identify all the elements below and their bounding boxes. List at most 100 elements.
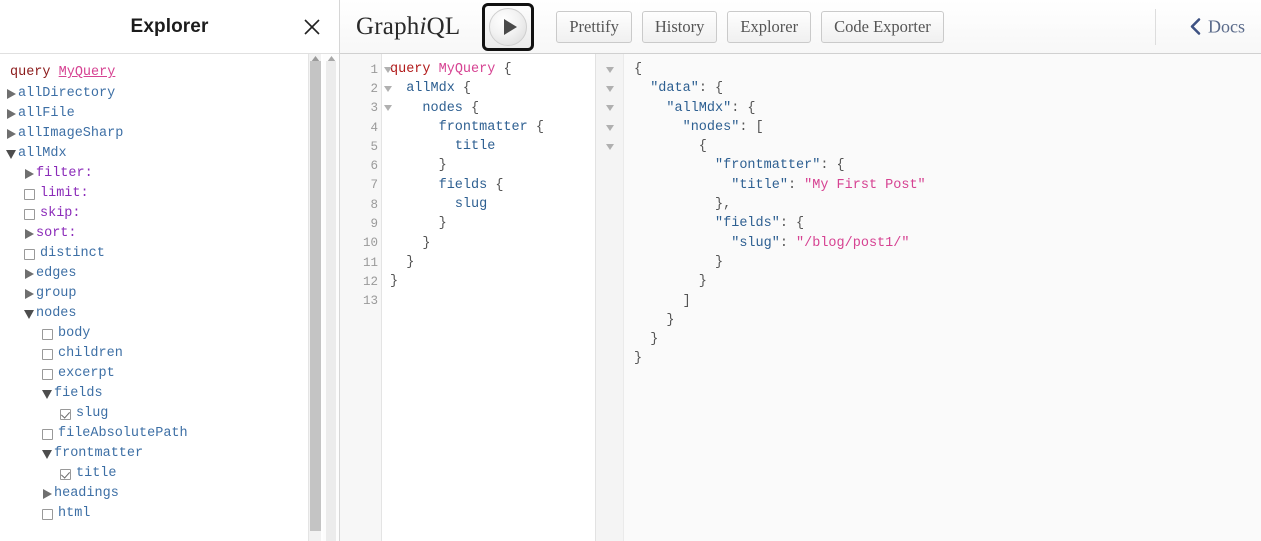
tree-node-allFile[interactable]: allFile — [0, 104, 339, 124]
tree-node-fileAbsolutePath[interactable]: fileAbsolutePath — [0, 424, 339, 444]
checkbox-unchecked[interactable] — [42, 428, 53, 440]
editor-gutter: 1 2 3 4 5 6 7 8 9 10 11 12 13 — [340, 54, 392, 541]
editor-panes: 1 2 3 4 5 6 7 8 9 10 11 12 13 query MyQuery { allMdx… — [340, 54, 1261, 541]
tree-node-label: excerpt — [58, 366, 115, 381]
checkbox-unchecked[interactable] — [24, 208, 35, 220]
tree-node-fields[interactable]: fields — [0, 384, 339, 404]
explorer-scrollbar-thumb[interactable] — [310, 61, 321, 531]
checkbox-unchecked[interactable] — [24, 248, 35, 260]
explorer-button[interactable]: Explorer — [727, 10, 812, 43]
code-exporter-button[interactable]: Code Exporter — [821, 10, 944, 43]
explorer-scrollbar[interactable] — [308, 54, 321, 541]
fold-toggle-icon[interactable] — [383, 79, 393, 98]
tree-node-allDirectory[interactable]: allDirectory — [0, 84, 339, 104]
result-fold-toggle-icon[interactable] — [596, 60, 623, 79]
fold-toggle-icon[interactable] — [383, 60, 393, 79]
query-editor-code[interactable]: query MyQuery { allMdx { nodes { frontma… — [382, 54, 595, 541]
graphiql-logo: GraphiQL — [356, 13, 460, 41]
history-button[interactable]: History — [641, 10, 718, 43]
docs-link[interactable]: Docs — [1189, 16, 1245, 37]
tree-node-slug[interactable]: slug — [0, 404, 339, 424]
code-token: "allMdx" — [666, 100, 732, 116]
explorer-query-header[interactable]: query MyQuery — [0, 62, 339, 84]
tree-node-label: allMdx — [18, 146, 67, 161]
code-token: } — [390, 274, 399, 290]
query-editor-pane[interactable]: 1 2 3 4 5 6 7 8 9 10 11 12 13 query MyQuery { allMdx… — [340, 54, 596, 541]
tree-node-edges[interactable]: edges — [0, 264, 339, 284]
tree-node-html[interactable]: html — [0, 504, 339, 524]
code-token: "slug" — [731, 235, 780, 251]
caret-right-icon[interactable] — [22, 224, 36, 244]
execute-query-button[interactable] — [482, 2, 535, 51]
checkbox-unchecked[interactable] — [24, 188, 35, 200]
checkbox-unchecked[interactable] — [42, 328, 53, 340]
caret-right-icon[interactable] — [4, 104, 18, 124]
tree-node-allMdx[interactable]: allMdx — [0, 144, 339, 164]
code-line: query MyQuery { — [390, 60, 595, 79]
checkbox-unchecked[interactable] — [42, 348, 53, 360]
code-line: } — [634, 330, 1261, 349]
result-fold-toggle-icon[interactable] — [596, 79, 623, 98]
explorer-outer-scrollbar-thumb[interactable] — [326, 61, 336, 541]
explorer-title: Explorer — [130, 15, 209, 37]
tree-node-title[interactable]: title — [0, 464, 339, 484]
checkbox-unchecked[interactable] — [42, 368, 53, 380]
explorer-outer-scrollbar[interactable] — [323, 54, 339, 541]
tree-node-label: sort: — [36, 226, 77, 241]
code-token: } — [634, 351, 643, 367]
checkbox-unchecked[interactable] — [42, 508, 53, 520]
tree-node-group[interactable]: group — [0, 284, 339, 304]
checkbox-checked[interactable] — [60, 408, 71, 420]
caret-right-icon[interactable] — [22, 264, 36, 284]
tree-node-body[interactable]: body — [0, 324, 339, 344]
query-keyword: query — [10, 65, 51, 80]
code-token: : { — [731, 100, 756, 116]
query-name[interactable]: MyQuery — [59, 65, 116, 80]
code-line: nodes { — [390, 99, 595, 118]
code-token: nodes — [422, 100, 463, 116]
code-line: { — [634, 60, 1261, 79]
code-line: } — [634, 272, 1261, 291]
tree-node-filter[interactable]: filter: — [0, 164, 339, 184]
result-fold-toggle-icon[interactable] — [596, 118, 623, 137]
toolbar-divider — [1155, 9, 1156, 45]
close-icon[interactable] — [299, 14, 325, 40]
caret-right-icon[interactable] — [22, 164, 36, 184]
result-fold-toggle-icon[interactable] — [596, 137, 623, 156]
tree-node-children[interactable]: children — [0, 344, 339, 364]
tree-node-nodes[interactable]: nodes — [0, 304, 339, 324]
caret-down-icon[interactable] — [22, 304, 36, 324]
result-fold-toggle-icon[interactable] — [596, 99, 623, 118]
caret-right-icon[interactable] — [4, 124, 18, 144]
code-token: frontmatter — [438, 119, 528, 135]
tree-node-distinct[interactable]: distinct — [0, 244, 339, 264]
caret-down-icon[interactable] — [4, 144, 18, 164]
tree-node-allImageSharp[interactable]: allImageSharp — [0, 124, 339, 144]
fold-toggle-icon[interactable] — [383, 99, 393, 118]
code-token: "fields" — [715, 216, 780, 232]
checkbox-checked[interactable] — [60, 468, 71, 480]
code-token: "nodes" — [682, 119, 740, 135]
tree-node-headings[interactable]: headings — [0, 484, 339, 504]
code-token: : — [779, 235, 797, 251]
tree-node-sort[interactable]: sort: — [0, 224, 339, 244]
tree-node-skip[interactable]: skip: — [0, 204, 339, 224]
code-token: "My First Post" — [804, 177, 926, 193]
caret-right-icon[interactable] — [4, 84, 18, 104]
caret-down-icon[interactable] — [40, 444, 54, 464]
caret-right-icon[interactable] — [40, 484, 54, 504]
code-token: { — [634, 62, 643, 77]
code-token: : — [787, 177, 805, 193]
prettify-button[interactable]: Prettify — [556, 10, 632, 43]
caret-right-icon[interactable] — [22, 284, 36, 304]
caret-down-icon[interactable] — [40, 384, 54, 404]
tree-node-excerpt[interactable]: excerpt — [0, 364, 339, 384]
tree-node-limit[interactable]: limit: — [0, 184, 339, 204]
code-line: slug — [390, 195, 595, 214]
line-number: 11 — [362, 255, 378, 270]
tree-node-frontmatter[interactable]: frontmatter — [0, 444, 339, 464]
